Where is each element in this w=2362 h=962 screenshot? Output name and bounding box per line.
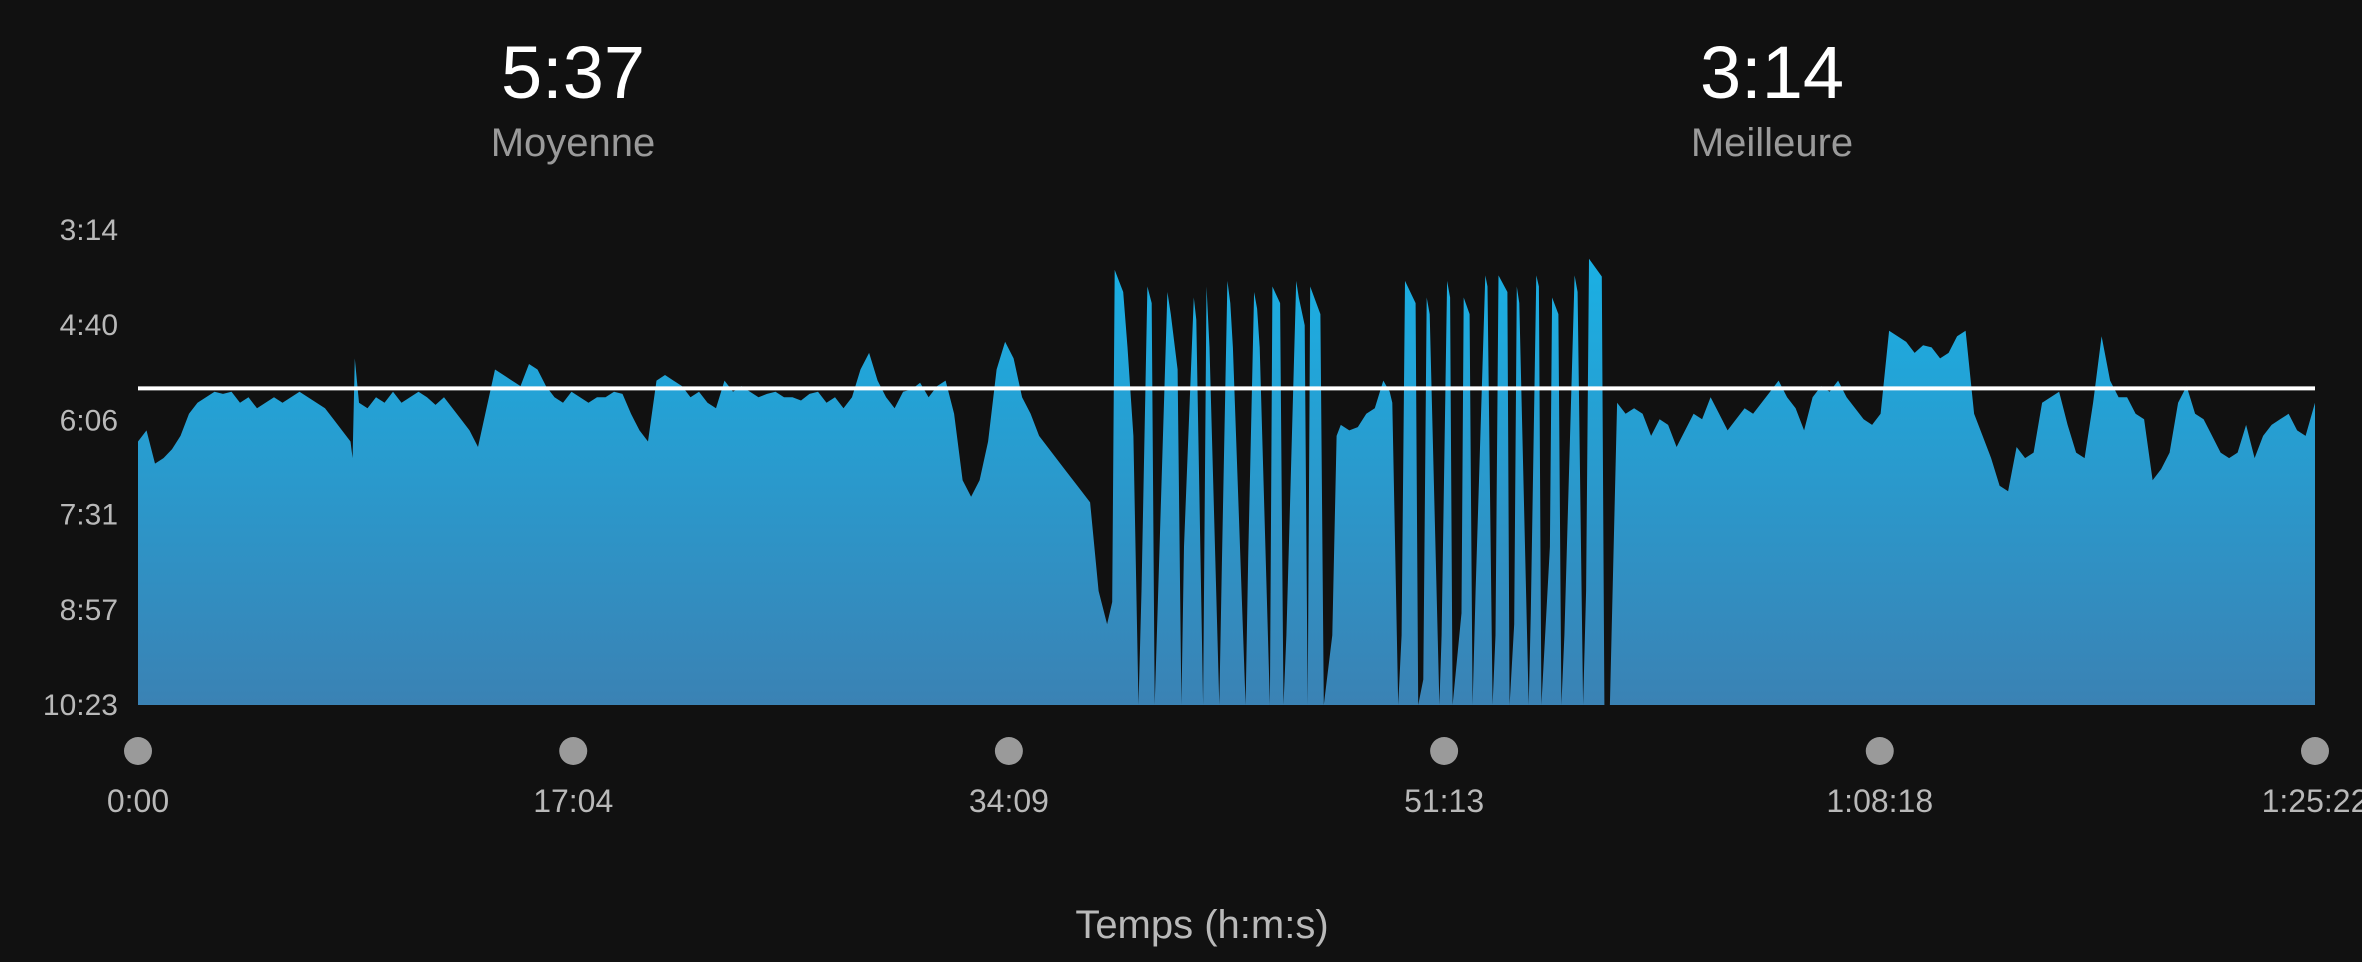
y-tick-label: 8:57 xyxy=(60,594,118,627)
timeline-dot[interactable] xyxy=(2301,737,2329,765)
pace-area-series xyxy=(138,258,2315,705)
x-tick-label: 17:04 xyxy=(533,783,613,819)
y-tick-label: 6:06 xyxy=(60,404,118,437)
x-tick-label: 1:25:22 xyxy=(2262,783,2362,819)
x-tick-label: 1:08:18 xyxy=(1826,783,1933,819)
y-tick-label: 3:14 xyxy=(60,214,118,247)
plot-area xyxy=(138,258,2315,705)
pace-chart[interactable]: 3:14 4:40 6:06 7:31 8:57 10:23 0:00 17:04 34:09… xyxy=(0,0,2362,962)
y-axis: 3:14 4:40 6:06 7:31 8:57 10:23 xyxy=(43,214,118,722)
timeline-dot[interactable] xyxy=(994,737,1023,765)
timeline-dot[interactable] xyxy=(124,737,152,765)
timeline-dot[interactable] xyxy=(1865,737,1894,765)
x-axis: 0:00 17:04 34:09 51:13 1:08:18 1:25:22 xyxy=(107,737,2362,819)
y-tick-label: 4:40 xyxy=(60,309,118,342)
x-axis-label: Temps (h:m:s) xyxy=(1075,903,1328,947)
timeline-dot[interactable] xyxy=(559,737,588,765)
x-tick-label: 34:09 xyxy=(969,783,1049,819)
x-tick-label: 51:13 xyxy=(1404,783,1484,819)
y-tick-label: 7:31 xyxy=(60,499,118,532)
y-tick-label: 10:23 xyxy=(43,689,118,722)
x-tick-label: 0:00 xyxy=(107,783,169,819)
timeline-dot[interactable] xyxy=(1430,737,1459,765)
